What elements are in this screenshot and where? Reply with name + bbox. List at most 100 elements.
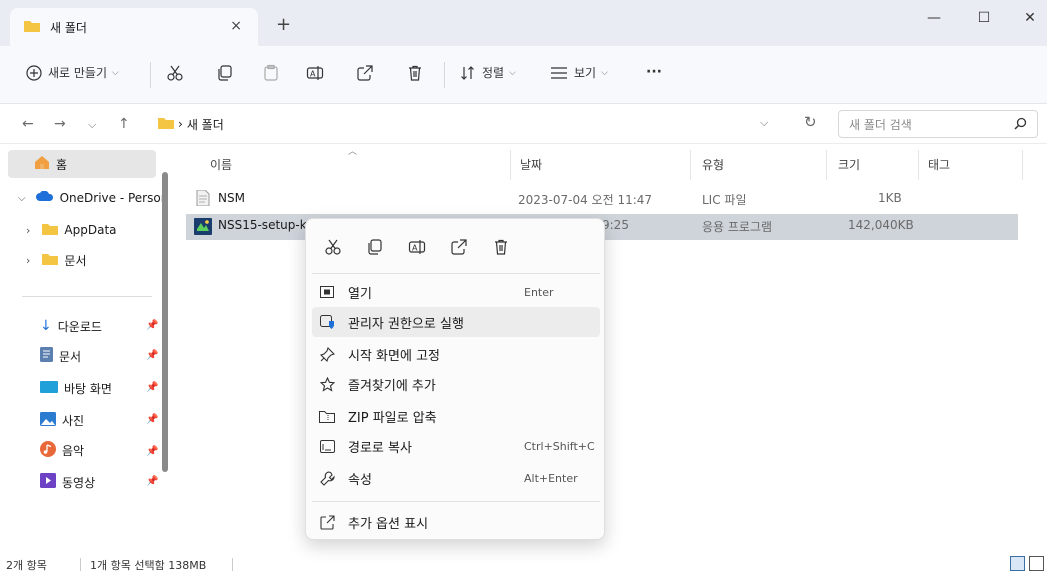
menu-item-shortcut: Alt+Enter: [524, 471, 578, 485]
file-row[interactable]: NSM 2023-07-04 오전 11:47 LIC 파일 1KB: [186, 186, 1018, 212]
sidebar-scrollbar[interactable]: [162, 172, 168, 472]
cloud-icon: [35, 190, 54, 205]
sidebar-item-label: 동영상: [62, 475, 96, 490]
divider: [22, 296, 152, 297]
sidebar-item-label: OneDrive - Persor: [59, 191, 166, 205]
sidebar-item-videos[interactable]: 동영상: [40, 468, 95, 496]
search-input[interactable]: 새 폴더 검색: [838, 110, 1038, 138]
sidebar-item-appdata[interactable]: › AppData: [26, 216, 117, 244]
sidebar-item-home[interactable]: 홈: [8, 150, 156, 178]
more-icon: ···: [646, 64, 662, 80]
sidebar-item-downloads[interactable]: ↓ 다운로드: [40, 312, 102, 340]
svg-text:A: A: [412, 243, 418, 252]
context-copy-button[interactable]: [360, 233, 390, 263]
back-button[interactable]: ←: [22, 116, 34, 132]
sidebar-item-onedrive[interactable]: ⌵ OneDrive - Persor: [18, 184, 166, 212]
sidebar-item-label: 사진: [62, 413, 85, 428]
more-options-icon: [316, 514, 338, 530]
refresh-icon[interactable]: ↻: [804, 113, 817, 131]
view-label: 보기: [574, 66, 597, 80]
new-tab-button[interactable]: +: [276, 14, 291, 35]
paste-button[interactable]: [262, 64, 280, 82]
sidebar-item-music[interactable]: 음악: [40, 436, 84, 464]
pictures-icon: [40, 411, 56, 429]
divider: [80, 558, 81, 571]
item-count: 2개 항목: [6, 559, 47, 572]
column-header-tags[interactable]: 태그: [928, 152, 950, 176]
file-date: 9:25: [602, 218, 629, 232]
column-header-type[interactable]: 유형: [702, 152, 724, 176]
folder-icon: [42, 222, 59, 238]
context-delete-button[interactable]: [486, 233, 516, 263]
trash-icon: [492, 238, 510, 259]
view-button[interactable]: 보기 ⌵: [550, 64, 608, 81]
maximize-button[interactable]: ☐: [964, 10, 1004, 26]
recent-dropdown-button[interactable]: ⌵: [88, 118, 96, 132]
menu-item-pin-to-start[interactable]: 시작 화면에 고정: [312, 339, 600, 369]
sidebar-item-documents[interactable]: 문서: [40, 342, 81, 370]
rename-icon: A: [306, 64, 324, 82]
column-header-date[interactable]: 날짜: [520, 152, 542, 176]
more-options-button[interactable]: ···: [646, 64, 662, 80]
share-button[interactable]: [356, 64, 374, 82]
sidebar-item-documents-onedrive[interactable]: › 문서: [26, 246, 87, 274]
menu-item-add-to-favorites[interactable]: 즐겨찾기에 추가: [312, 369, 600, 399]
copy-path-icon: [316, 439, 338, 453]
zip-folder-icon: [316, 410, 338, 423]
menu-item-open[interactable]: 열기 Enter: [312, 277, 600, 307]
address-bar[interactable]: › 새 폴더 ⌵ ↻: [148, 110, 830, 138]
context-rename-button[interactable]: A: [402, 233, 432, 263]
svg-text:A: A: [310, 70, 316, 79]
installer-app-icon: [194, 218, 212, 238]
share-icon: [450, 238, 468, 259]
breadcrumb[interactable]: 새 폴더: [187, 116, 224, 133]
menu-item-run-as-admin[interactable]: 관리자 권한으로 실행: [312, 307, 600, 337]
column-header-name[interactable]: 이름: [210, 152, 232, 176]
sidebar-item-desktop[interactable]: 바탕 화면: [40, 374, 112, 402]
sort-ascending-icon: ︿: [348, 147, 358, 157]
chevron-down-icon: ⌵: [18, 192, 26, 204]
divider: [150, 62, 151, 88]
tab-close-button[interactable]: ×: [230, 18, 242, 34]
context-share-button[interactable]: [444, 233, 474, 263]
open-window-icon: [316, 286, 338, 298]
copy-button[interactable]: [216, 64, 234, 82]
column-divider: [690, 150, 691, 180]
minimize-button[interactable]: —: [914, 10, 954, 26]
menu-item-compress-zip[interactable]: ZIP 파일로 압축: [312, 401, 600, 431]
document-icon: [40, 347, 53, 365]
chevron-right-icon: ›: [26, 223, 31, 237]
up-button[interactable]: ↑: [118, 116, 130, 132]
menu-item-shortcut: Enter: [524, 285, 554, 299]
file-type: 응용 프로그램: [702, 220, 773, 234]
selection-info: 1개 항목 선택함 138MB: [90, 559, 207, 572]
column-header-size[interactable]: 크기: [838, 152, 860, 176]
cut-button[interactable]: [166, 64, 184, 82]
menu-item-label: 관리자 권한으로 실행: [348, 316, 464, 332]
sidebar-item-pictures[interactable]: 사진: [40, 406, 84, 434]
details-view-button[interactable]: [1010, 556, 1025, 571]
menu-item-show-more-options[interactable]: 추가 옵션 표시: [312, 507, 600, 537]
sidebar-item-label: AppData: [64, 223, 117, 237]
rename-button[interactable]: A: [306, 64, 324, 82]
close-window-button[interactable]: ✕: [1010, 10, 1047, 26]
sort-button[interactable]: 정렬 ⌵: [460, 64, 516, 81]
context-cut-button[interactable]: [318, 233, 348, 263]
forward-button[interactable]: →: [54, 116, 66, 132]
menu-item-label: ZIP 파일로 압축: [348, 410, 437, 426]
divider: [312, 273, 600, 274]
chevron-down-icon[interactable]: ⌵: [760, 116, 768, 130]
sidebar-item-label: 음악: [62, 443, 85, 458]
new-button[interactable]: 새로 만들기 ⌵: [26, 64, 119, 81]
desktop-icon: [40, 380, 58, 396]
menu-item-copy-path[interactable]: 경로로 복사 Ctrl+Shift+C: [312, 431, 600, 461]
tiles-view-button[interactable]: [1029, 556, 1044, 571]
search-placeholder: 새 폴더 검색: [849, 117, 912, 132]
music-icon: [40, 440, 56, 460]
menu-item-properties[interactable]: 속성 Alt+Enter: [312, 463, 600, 493]
file-size: 1KB: [878, 191, 902, 205]
share-icon: [356, 64, 374, 82]
delete-button[interactable]: [406, 64, 424, 82]
folder-icon: [158, 116, 174, 132]
tab-new-folder[interactable]: 새 폴더 ×: [10, 8, 258, 46]
